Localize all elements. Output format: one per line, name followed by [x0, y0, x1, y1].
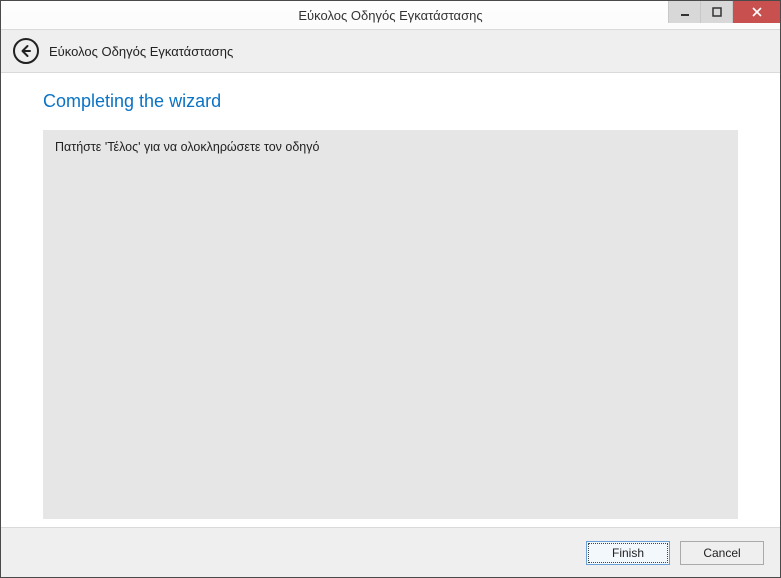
back-arrow-icon: [19, 44, 33, 58]
finish-button[interactable]: Finish: [586, 541, 670, 565]
content-area: Completing the wizard Πατήστε 'Τέλος' γι…: [1, 73, 780, 527]
footer: Finish Cancel: [1, 527, 780, 577]
wizard-window: Εύκολος Οδηγός Εγκατάστασης: [0, 0, 781, 578]
maximize-icon: [712, 7, 722, 17]
subheader: Εύκολος Οδηγός Εγκατάστασης: [1, 29, 780, 73]
cancel-button[interactable]: Cancel: [680, 541, 764, 565]
page-heading: Completing the wizard: [43, 91, 738, 112]
titlebar: Εύκολος Οδηγός Εγκατάστασης: [1, 1, 780, 29]
close-button[interactable]: [732, 1, 780, 23]
close-icon: [751, 6, 763, 18]
back-button[interactable]: [13, 38, 39, 64]
window-controls: [668, 1, 780, 23]
message-text: Πατήστε 'Τέλος' για να ολοκληρώσετε τον …: [55, 140, 726, 154]
message-panel: Πατήστε 'Τέλος' για να ολοκληρώσετε τον …: [43, 130, 738, 519]
subheader-title: Εύκολος Οδηγός Εγκατάστασης: [49, 44, 233, 59]
window-title: Εύκολος Οδηγός Εγκατάστασης: [1, 8, 780, 23]
maximize-button[interactable]: [700, 1, 732, 23]
minimize-button[interactable]: [668, 1, 700, 23]
minimize-icon: [680, 7, 690, 17]
